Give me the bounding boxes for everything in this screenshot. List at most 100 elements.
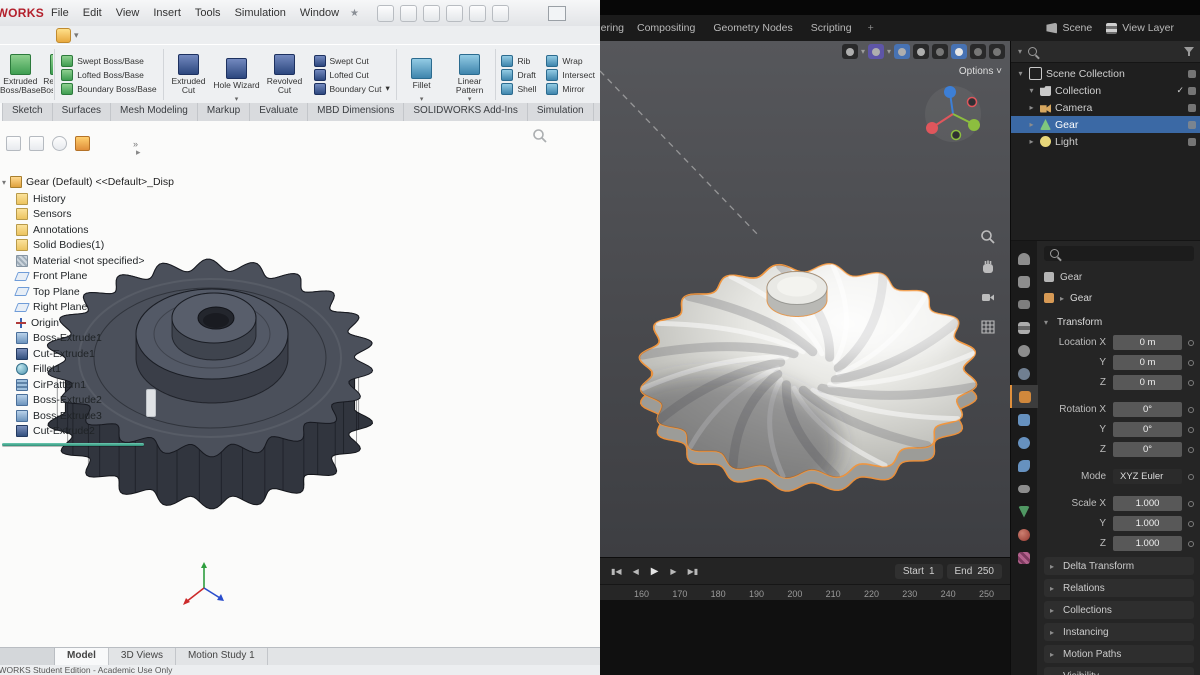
tree-item[interactable]: Material <not specified> — [0, 253, 148, 269]
window-icon[interactable] — [548, 6, 566, 21]
ribbon-tab[interactable]: Sketch — [3, 103, 53, 121]
properties-search-field[interactable] — [1044, 246, 1194, 261]
collapsed-section[interactable]: ▸ Collections — [1044, 601, 1194, 619]
ribbon-big-button[interactable]: Extruded Boss/Base — [0, 45, 41, 104]
tree-item[interactable]: Origin — [0, 315, 148, 331]
feature-tree-tab-icon[interactable] — [6, 136, 21, 151]
animate-dot-icon[interactable] — [1188, 474, 1194, 480]
tree-item[interactable]: Cut-Extrude1 — [0, 346, 148, 362]
expand-arrow-icon[interactable]: ▸ — [1027, 103, 1036, 112]
new-document-icon[interactable] — [400, 5, 417, 22]
ribbon-tab[interactable]: MBD Dimensions — [308, 103, 404, 121]
workspace-tab[interactable]: Scripting — [802, 17, 861, 39]
ribbon-button[interactable]: Boundary Boss/Base — [61, 83, 156, 95]
ribbon-button[interactable]: Mirror — [546, 83, 595, 95]
animate-dot-icon[interactable] — [1188, 501, 1194, 507]
properties-tab[interactable] — [1011, 546, 1037, 569]
field-value[interactable]: 0 m — [1113, 355, 1182, 370]
property-manager-tab-icon[interactable] — [29, 136, 44, 151]
jump-to-end-icon[interactable]: ▶▮ — [685, 566, 702, 577]
collapsed-section[interactable]: ▸ Motion Paths — [1044, 645, 1194, 663]
zoom-icon[interactable] — [980, 229, 996, 245]
field-value[interactable]: 1.000 — [1113, 536, 1182, 551]
field-value[interactable]: 0° — [1113, 402, 1182, 417]
menu-item[interactable]: Edit — [76, 4, 109, 22]
add-workspace-button[interactable]: + — [861, 17, 881, 39]
tree-item[interactable]: Sensors — [0, 207, 148, 223]
overlays-icon[interactable] — [913, 44, 929, 59]
menu-item[interactable]: Simulation — [228, 4, 293, 22]
ribbon-big-button[interactable]: Hole Wizard▾ — [213, 45, 261, 104]
undo-icon[interactable] — [492, 5, 509, 22]
field-value[interactable]: 0 m — [1113, 335, 1182, 350]
expand-arrow-icon[interactable]: ▾ — [1016, 69, 1025, 78]
outliner-row[interactable]: ▾ Collection ✓ — [1011, 82, 1200, 99]
move-view-hand-icon[interactable] — [980, 259, 996, 275]
ribbon-button[interactable]: Wrap — [546, 55, 595, 67]
workspace-tab[interactable]: Geometry Nodes — [704, 17, 801, 39]
bottom-tab[interactable]: Motion Study 1 — [176, 648, 268, 665]
visibility-toggles[interactable] — [1184, 104, 1196, 112]
properties-tab[interactable] — [1010, 385, 1038, 408]
solidworks-viewport[interactable] — [148, 121, 600, 648]
filter-icon[interactable] — [1184, 47, 1194, 56]
ribbon-button[interactable]: Rib — [501, 55, 536, 67]
expand-arrow-icon[interactable]: ▾ — [1027, 86, 1036, 95]
collapsed-section[interactable]: ▸ Instancing — [1044, 623, 1194, 641]
search-icon[interactable] — [1028, 47, 1037, 56]
tree-item[interactable]: Cut-Extrude2 — [0, 424, 148, 440]
field-value[interactable]: 0° — [1113, 442, 1182, 457]
visibility-toggles[interactable] — [1184, 138, 1196, 146]
scene-selector[interactable]: Scene — [1046, 22, 1106, 34]
animate-dot-icon[interactable] — [1188, 541, 1194, 547]
properties-tab[interactable] — [1011, 247, 1037, 270]
tree-item[interactable]: Right Plane — [0, 300, 148, 316]
end-frame-field[interactable]: End250 — [947, 564, 1002, 579]
menu-item[interactable]: View — [109, 4, 147, 22]
tab-scroller[interactable] — [0, 648, 55, 665]
snap-magnet-icon[interactable] — [842, 44, 858, 59]
caret-down-icon[interactable]: ▾ — [887, 47, 891, 56]
animate-dot-icon[interactable] — [1188, 360, 1194, 366]
tree-root-item[interactable]: ▾ Gear (Default) <<Default>_Disp — [2, 176, 148, 188]
properties-tab[interactable] — [1011, 293, 1037, 316]
solid-shading-icon[interactable] — [951, 44, 967, 59]
ribbon-tab[interactable]: Simulation — [528, 103, 594, 121]
ribbon-big-button[interactable]: Extruded Cut — [165, 45, 213, 104]
timeline-ruler[interactable]: 160170180190200210220230240250 — [600, 585, 1010, 600]
bottom-tab[interactable]: 3D Views — [109, 648, 176, 665]
ribbon-tab[interactable]: SOLIDWORKS Add-Ins — [404, 103, 527, 121]
pin-icon[interactable]: ★ — [346, 8, 363, 19]
properties-tab[interactable] — [1011, 270, 1037, 293]
collapsed-section[interactable]: ▸ Delta Transform — [1044, 557, 1194, 575]
tree-item[interactable]: Front Plane — [0, 269, 148, 285]
view-layer-selector[interactable]: View Layer — [1106, 22, 1200, 34]
bottom-tab[interactable]: Model — [55, 648, 109, 665]
ribbon-tab[interactable]: Surfaces — [53, 103, 111, 121]
editor-type-icon[interactable]: ▾ — [1018, 47, 1022, 56]
proportional-editing-icon[interactable] — [868, 44, 884, 59]
ribbon-button[interactable]: Swept Boss/Base — [61, 55, 156, 67]
tree-item[interactable]: Boss-Extrude3 — [0, 408, 148, 424]
rebuild-icon[interactable] — [377, 5, 394, 22]
ribbon-tab[interactable]: Evaluate — [250, 103, 308, 121]
ribbon-tab[interactable]: Markup — [198, 103, 250, 121]
tree-item[interactable]: Solid Bodies(1) — [0, 238, 148, 254]
ribbon-button[interactable]: Swept Cut — [314, 55, 390, 67]
previous-keyframe-icon[interactable]: ◀ — [630, 566, 642, 577]
menu-item[interactable]: File — [44, 4, 76, 22]
jump-to-start-icon[interactable]: ▮◀ — [608, 566, 625, 577]
animate-dot-icon[interactable] — [1188, 407, 1194, 413]
ribbon-button[interactable]: Boundary Cut▾ — [314, 83, 390, 95]
animate-dot-icon[interactable] — [1188, 427, 1194, 433]
navigation-gizmo[interactable] — [922, 83, 984, 145]
ribbon-big-button[interactable]: Fillet▾ — [398, 45, 446, 104]
ribbon-big-button[interactable]: Revolved Cut — [261, 45, 309, 104]
open-icon[interactable] — [423, 5, 440, 22]
ribbon-button[interactable]: Lofted Cut — [314, 69, 390, 81]
gizmo-toggle-icon[interactable] — [894, 44, 910, 59]
properties-tab[interactable] — [1011, 431, 1037, 454]
options-menu[interactable]: Options ˅ — [959, 66, 1002, 77]
collapsed-section[interactable]: ▸ Visibility — [1044, 667, 1194, 675]
field-value[interactable]: 1.000 — [1113, 516, 1182, 531]
